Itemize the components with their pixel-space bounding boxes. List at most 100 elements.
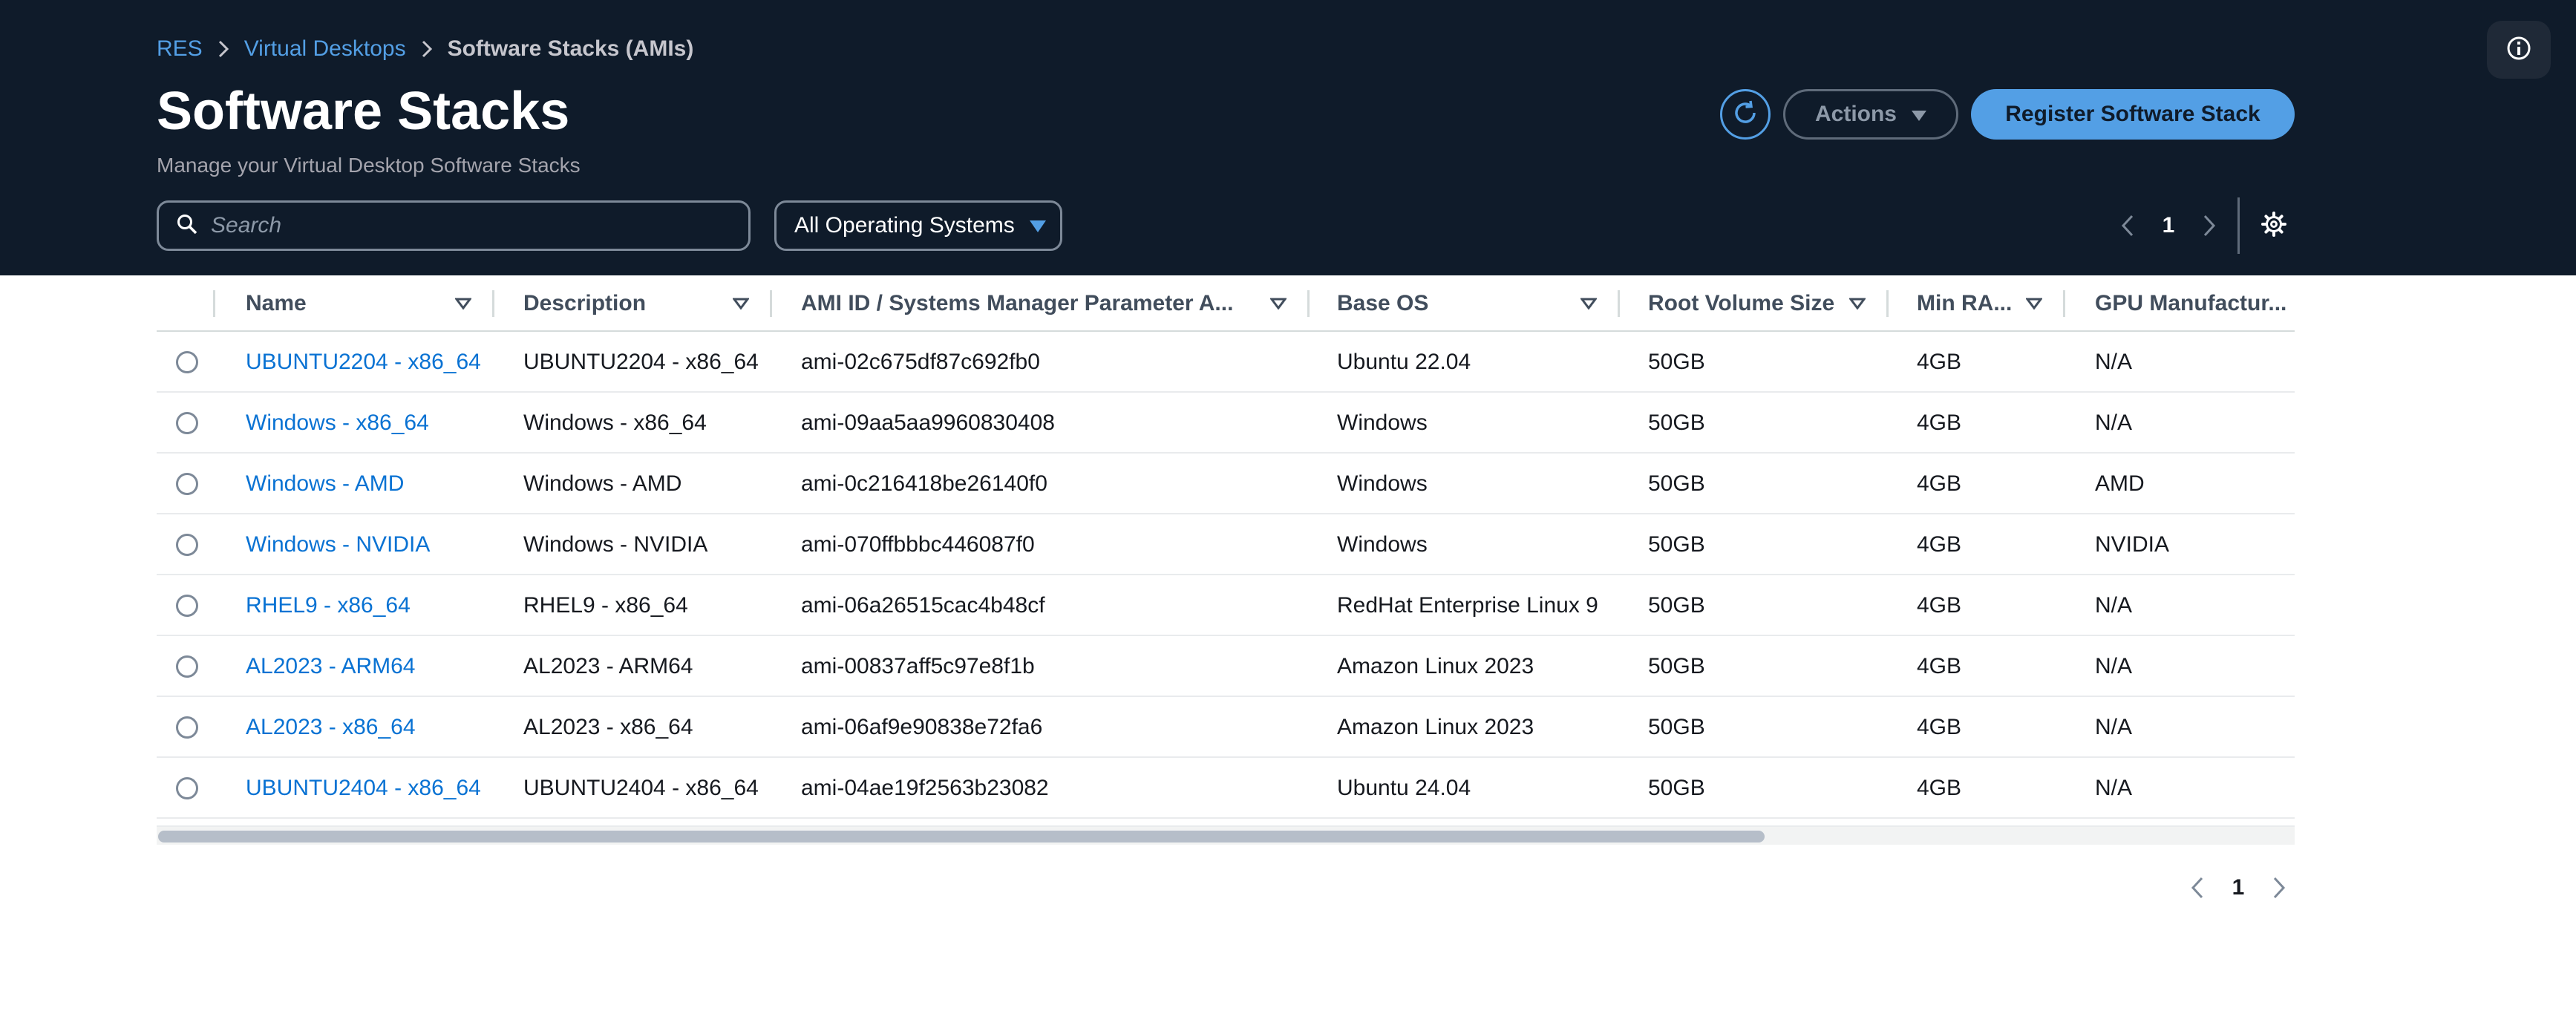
scrollbar-thumb[interactable] bbox=[158, 831, 1765, 842]
caret-down-icon[interactable] bbox=[733, 275, 749, 332]
breadcrumb-current: Software Stacks (AMIs) bbox=[447, 36, 694, 61]
row-select-radio[interactable] bbox=[176, 716, 198, 739]
actions-label: Actions bbox=[1814, 102, 1897, 126]
stack-description: UBUNTU2404 - x86_64 bbox=[523, 776, 759, 800]
column-header-description[interactable]: Description bbox=[523, 275, 724, 332]
gear-icon bbox=[2261, 211, 2286, 241]
stack-ami-id: ami-09aa5aa9960830408 bbox=[801, 410, 1055, 435]
column-header-gpu-manufacturer[interactable]: GPU Manufactur... bbox=[2095, 275, 2295, 332]
table-row: Windows - NVIDIA Windows - NVIDIA ami-07… bbox=[157, 514, 2295, 575]
chevron-right-icon bbox=[203, 39, 244, 59]
row-select-radio[interactable] bbox=[176, 351, 198, 373]
stack-name-link[interactable]: UBUNTU2404 - x86_64 bbox=[246, 758, 481, 819]
search-field[interactable] bbox=[157, 200, 751, 251]
table-settings-button[interactable] bbox=[2249, 200, 2298, 251]
chevron-right-icon[interactable] bbox=[2258, 863, 2300, 913]
column-header-ami-id[interactable]: AMI ID / Systems Manager Parameter A... bbox=[801, 275, 1261, 332]
software-stacks-table: Name Description AMI ID / Systems Manage… bbox=[157, 275, 2295, 819]
caret-down-icon[interactable] bbox=[1270, 275, 1287, 332]
table-row: AL2023 - x86_64 AL2023 - x86_64 ami-06af… bbox=[157, 697, 2295, 758]
horizontal-scrollbar[interactable] bbox=[157, 825, 2295, 845]
column-header-base-os[interactable]: Base OS bbox=[1337, 275, 1582, 332]
stack-name-link[interactable]: AL2023 - x86_64 bbox=[246, 697, 416, 758]
page-number[interactable]: 1 bbox=[2148, 213, 2188, 238]
stack-name-link[interactable]: Windows - x86_64 bbox=[246, 393, 429, 454]
stack-name-link[interactable]: Windows - AMD bbox=[246, 454, 404, 514]
refresh-icon bbox=[1731, 99, 1759, 131]
caret-down-icon[interactable] bbox=[1580, 275, 1597, 332]
column-header-root-volume-size[interactable]: Root Volume Size bbox=[1648, 275, 1863, 332]
caret-down-icon[interactable] bbox=[1849, 275, 1866, 332]
stack-root-volume-size: 50GB bbox=[1648, 593, 1705, 618]
stack-name-link[interactable]: UBUNTU2204 - x86_64 bbox=[246, 332, 481, 393]
os-filter-select[interactable]: All Operating Systems bbox=[774, 200, 1062, 251]
stack-min-ram: 4GB bbox=[1917, 532, 1962, 557]
stack-ami-id: ami-06a26515cac4b48cf bbox=[801, 593, 1045, 618]
stack-root-volume-size: 50GB bbox=[1648, 410, 1705, 435]
table-row: RHEL9 - x86_64 RHEL9 - x86_64 ami-06a265… bbox=[157, 575, 2295, 636]
stack-base-os: Ubuntu 24.04 bbox=[1337, 776, 1471, 800]
os-filter-value: All Operating Systems bbox=[794, 213, 1015, 238]
stack-name-link[interactable]: RHEL9 - x86_64 bbox=[246, 575, 411, 636]
row-select-radio[interactable] bbox=[176, 412, 198, 434]
register-software-stack-button[interactable]: Register Software Stack bbox=[1971, 89, 2295, 140]
stack-description: RHEL9 - x86_64 bbox=[523, 593, 688, 618]
stack-gpu-manufacturer: N/A bbox=[2095, 410, 2133, 435]
info-button[interactable] bbox=[2487, 21, 2551, 79]
chevron-right-icon[interactable] bbox=[2188, 200, 2230, 251]
column-header-min-ram[interactable]: Min RA... bbox=[1917, 275, 2021, 332]
row-select-radio[interactable] bbox=[176, 655, 198, 678]
search-input[interactable] bbox=[211, 213, 748, 238]
stack-min-ram: 4GB bbox=[1917, 350, 1962, 374]
row-select-radio[interactable] bbox=[176, 534, 198, 556]
column-divider bbox=[213, 290, 215, 317]
chevron-left-icon[interactable] bbox=[2177, 863, 2218, 913]
refresh-button[interactable] bbox=[1720, 89, 1771, 140]
row-select-radio[interactable] bbox=[176, 777, 198, 799]
stack-description: Windows - AMD bbox=[523, 471, 682, 496]
stack-base-os: Windows bbox=[1337, 471, 1428, 496]
stack-gpu-manufacturer: N/A bbox=[2095, 593, 2133, 618]
stack-min-ram: 4GB bbox=[1917, 776, 1962, 800]
chevron-right-icon bbox=[406, 39, 448, 59]
stack-root-volume-size: 50GB bbox=[1648, 776, 1705, 800]
stack-name-link[interactable]: Windows - NVIDIA bbox=[246, 514, 430, 575]
stack-min-ram: 4GB bbox=[1917, 471, 1962, 496]
search-icon bbox=[177, 214, 197, 238]
stack-root-volume-size: 50GB bbox=[1648, 350, 1705, 374]
table-row: AL2023 - ARM64 AL2023 - ARM64 ami-00837a… bbox=[157, 636, 2295, 697]
breadcrumb-virtual-desktops[interactable]: Virtual Desktops bbox=[244, 36, 406, 62]
stack-ami-id: ami-06af9e90838e72fa6 bbox=[801, 715, 1043, 739]
stack-ami-id: ami-0c216418be26140f0 bbox=[801, 471, 1047, 496]
stack-base-os: Windows bbox=[1337, 410, 1428, 435]
stack-min-ram: 4GB bbox=[1917, 410, 1962, 435]
stack-gpu-manufacturer: NVIDIA bbox=[2095, 532, 2170, 557]
chevron-left-icon[interactable] bbox=[2107, 200, 2148, 251]
stack-min-ram: 4GB bbox=[1917, 654, 1962, 678]
stack-base-os: RedHat Enterprise Linux 9 bbox=[1337, 593, 1598, 618]
row-select-radio[interactable] bbox=[176, 473, 198, 495]
stack-root-volume-size: 50GB bbox=[1648, 471, 1705, 496]
column-header-name[interactable]: Name bbox=[246, 275, 439, 332]
column-divider bbox=[1618, 290, 1620, 317]
table-row: Windows - AMD Windows - AMD ami-0c216418… bbox=[157, 454, 2295, 514]
stack-gpu-manufacturer: N/A bbox=[2095, 654, 2133, 678]
stack-ami-id: ami-04ae19f2563b23082 bbox=[801, 776, 1049, 800]
column-divider bbox=[770, 290, 772, 317]
actions-button[interactable]: Actions bbox=[1783, 89, 1958, 140]
stack-gpu-manufacturer: N/A bbox=[2095, 776, 2133, 800]
column-divider bbox=[2063, 290, 2065, 317]
stack-base-os: Amazon Linux 2023 bbox=[1337, 654, 1534, 678]
page-number[interactable]: 1 bbox=[2218, 875, 2258, 900]
stack-gpu-manufacturer: N/A bbox=[2095, 350, 2133, 374]
caret-down-icon[interactable] bbox=[2026, 275, 2042, 332]
stack-min-ram: 4GB bbox=[1917, 593, 1962, 618]
stack-name-link[interactable]: AL2023 - ARM64 bbox=[246, 636, 415, 697]
stack-base-os: Windows bbox=[1337, 532, 1428, 557]
caret-down-icon[interactable] bbox=[455, 275, 471, 332]
breadcrumb-res[interactable]: RES bbox=[157, 36, 203, 62]
stack-min-ram: 4GB bbox=[1917, 715, 1962, 739]
stack-description: Windows - NVIDIA bbox=[523, 532, 708, 557]
stack-root-volume-size: 50GB bbox=[1648, 654, 1705, 678]
row-select-radio[interactable] bbox=[176, 595, 198, 617]
